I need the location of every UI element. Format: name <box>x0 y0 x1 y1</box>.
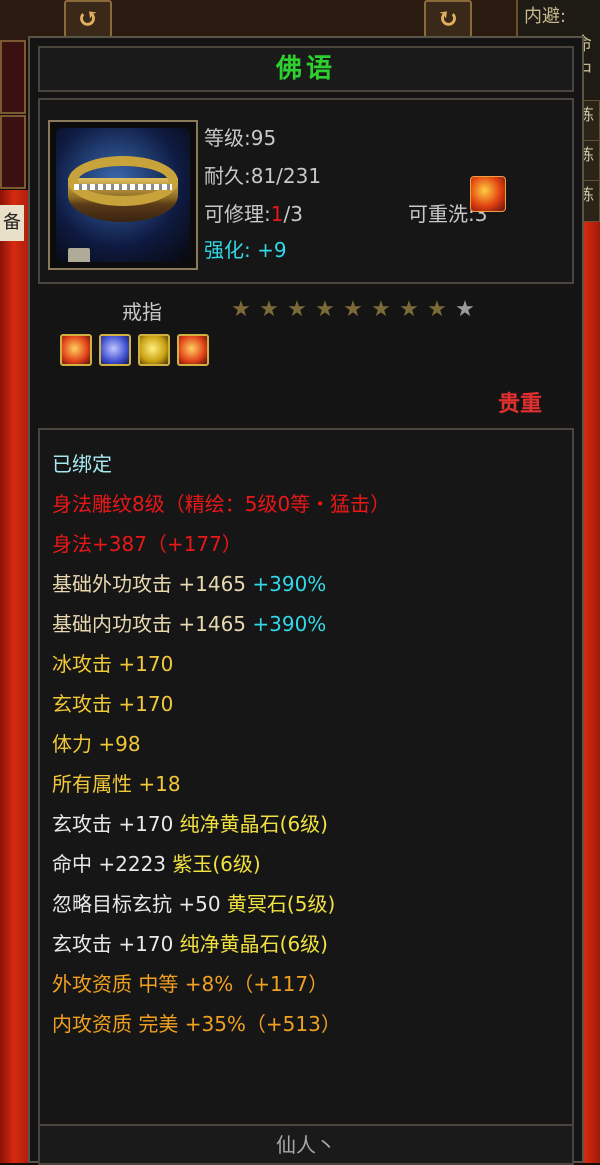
attribute-text: +390% <box>252 612 327 636</box>
attribute-text: 体力 +98 <box>52 732 141 756</box>
enhance-value: +9 <box>257 238 287 262</box>
red-gem-icon <box>60 334 92 366</box>
attribute-line: 冰攻击 +170 <box>52 648 173 677</box>
attribute-text: 纯净黄晶石(6级) <box>179 812 328 836</box>
attribute-line: 基础内功攻击 +1465 +390% <box>52 608 326 637</box>
attribute-text: +390% <box>252 572 327 596</box>
star-filled-icon: ★ <box>259 297 279 322</box>
attribute-text: 玄攻击 +170 <box>52 932 180 956</box>
ring-icon <box>56 128 190 262</box>
item-name: 佛语 <box>38 46 574 92</box>
item-header: 等级:95 耐久:81/231 可修理:1/3 可重洗:3 强化: +9 <box>38 98 574 284</box>
attribute-text: 玄攻击 +170 <box>52 692 174 716</box>
star-filled-icon: ★ <box>315 297 335 322</box>
star-filled-icon: ★ <box>287 297 307 322</box>
attribute-text: 身法雕纹8级（精绘：5级0等・猛击） <box>52 492 391 516</box>
rotate-right-button[interactable]: ↻ <box>424 0 472 40</box>
ring-top-shape <box>68 156 178 206</box>
item-enhance: 强化: +9 <box>204 234 287 263</box>
enhance-label: 强化: <box>204 238 251 262</box>
attribute-text: 已绑定 <box>52 452 112 476</box>
attribute-text: 冰攻击 +170 <box>52 652 174 676</box>
attribute-text: 紫玉(6级) <box>172 852 261 876</box>
attribute-text: 身法+387（+177） <box>52 532 242 556</box>
attribute-text: 纯净黄晶石(6级) <box>179 932 328 956</box>
attribute-text: 外攻资质 中等 +8%（+117） <box>52 972 329 996</box>
item-level: 等级:95 <box>204 126 277 150</box>
item-durability: 耐久:81/231 <box>204 164 322 188</box>
attribute-line: 身法+387（+177） <box>52 528 242 557</box>
attribute-line: 内攻资质 完美 +35%（+513） <box>52 1008 341 1037</box>
repair-max: /3 <box>283 202 303 226</box>
ring-stones-shape <box>74 184 172 190</box>
equip-slot[interactable] <box>0 40 26 114</box>
side-label: 备 <box>0 205 24 241</box>
lock-icon <box>68 248 90 262</box>
attribute-line: 体力 +98 <box>52 728 141 757</box>
attribute-text: 所有属性 +18 <box>52 772 181 796</box>
star-filled-icon: ★ <box>399 297 419 322</box>
item-tooltip: 佛语 等级:95 耐久:81/231 可修理:1/3 可重洗:3 强化: +9 … <box>28 36 584 1165</box>
right-panel-text: 内避: <box>524 6 567 27</box>
maker-signature: 仙人丶 <box>38 1124 574 1165</box>
attribute-text: 命中 +2223 <box>52 852 173 876</box>
repair-current: 1 <box>270 202 284 226</box>
attribute-text: 玄攻击 +170 <box>52 812 180 836</box>
attribute-line: 身法雕纹8级（精绘：5级0等・猛击） <box>52 488 390 517</box>
attribute-line: 所有属性 +18 <box>52 768 181 797</box>
yellow-gem-icon <box>138 334 170 366</box>
attribute-line: 已绑定 <box>52 448 112 477</box>
attribute-line: 玄攻击 +170 纯净黄晶石(6级) <box>52 928 328 957</box>
star-filled-icon: ★ <box>371 297 391 322</box>
item-icon-frame <box>48 120 198 270</box>
item-type: 戒指 <box>122 300 162 324</box>
attribute-line: 玄攻击 +170 <box>52 688 173 717</box>
star-rating: ★ ★ ★ ★ ★ ★ ★ ★ ★ <box>228 298 478 322</box>
equip-slot[interactable] <box>0 115 26 189</box>
socket-gems <box>60 334 209 366</box>
star-filled-icon: ★ <box>427 297 447 322</box>
attribute-panel: 已绑定身法雕纹8级（精绘：5级0等・猛击） 身法+387（+177） 基础外功攻击 … <box>38 428 574 1126</box>
item-repair: 可修理:1/3 <box>204 198 303 227</box>
attribute-line: 外攻资质 中等 +8%（+117） <box>52 968 328 997</box>
attribute-text: 基础内功攻击 +1465 <box>52 612 253 636</box>
attribute-line: 忽略目标玄抗 +50 黄冥石(5级) <box>52 888 335 917</box>
attribute-line: 玄攻击 +170 纯净黄晶石(6级) <box>52 808 328 837</box>
attribute-text: 基础外功攻击 +1465 <box>52 572 253 596</box>
blue-gem-icon <box>99 334 131 366</box>
attribute-line: 基础外功攻击 +1465 +390% <box>52 568 326 597</box>
rotate-left-button[interactable]: ↺ <box>64 0 112 40</box>
star-filled-icon: ★ <box>343 297 363 322</box>
star-filled-icon: ★ <box>231 297 251 322</box>
red-gem-icon <box>177 334 209 366</box>
repair-label: 可修理: <box>204 202 271 226</box>
attribute-text: 黄冥石(5级) <box>226 892 336 916</box>
set-bonus-icon <box>470 176 506 212</box>
attribute-text: 内攻资质 完美 +35%（+513） <box>52 1012 341 1036</box>
item-rarity: 贵重 <box>497 392 542 417</box>
attribute-line: 命中 +2223 紫玉(6级) <box>52 848 261 877</box>
star-empty-icon: ★ <box>455 297 475 322</box>
attribute-text: 忽略目标玄抗 +50 <box>52 892 227 916</box>
